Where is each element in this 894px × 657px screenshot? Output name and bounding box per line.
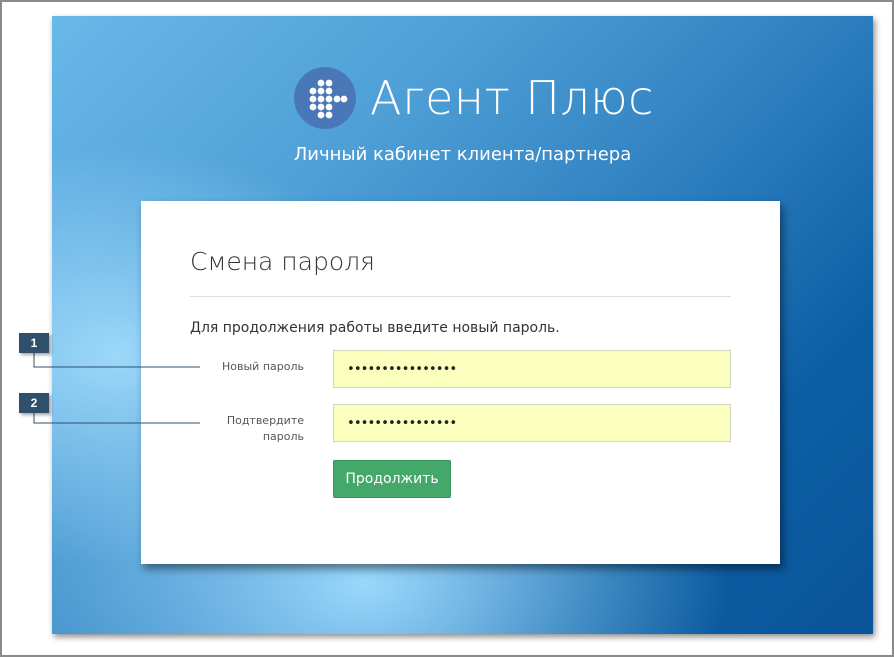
continue-button[interactable]: Продолжить [333, 460, 451, 498]
brand-header: Агент Плюс [294, 66, 654, 130]
callout-badge-2: 2 [19, 393, 49, 413]
callout-badge-1: 1 [19, 333, 49, 353]
intro-text: Для продолжения работы введите новый пар… [190, 320, 560, 336]
divider [190, 296, 731, 297]
login-page: Агент Плюс Личный кабинет клиента/партне… [52, 16, 873, 634]
confirm-password-input[interactable] [333, 404, 731, 442]
brand-name: Агент Плюс [370, 71, 654, 125]
new-password-label: Новый пароль [222, 360, 304, 373]
page-title: Смена пароля [190, 247, 375, 276]
confirm-password-label-line2: пароль [262, 430, 304, 443]
confirm-password-label-line1: Подтвердите [226, 414, 304, 427]
new-password-input[interactable] [333, 350, 731, 388]
dot-matrix-logo-icon [294, 67, 356, 129]
change-password-card: Смена пароля Для продолжения работы введ… [141, 201, 780, 564]
brand-subtitle: Личный кабинет клиента/партнера [293, 144, 632, 165]
confirm-password-label: Подтвердите пароль [184, 413, 304, 445]
